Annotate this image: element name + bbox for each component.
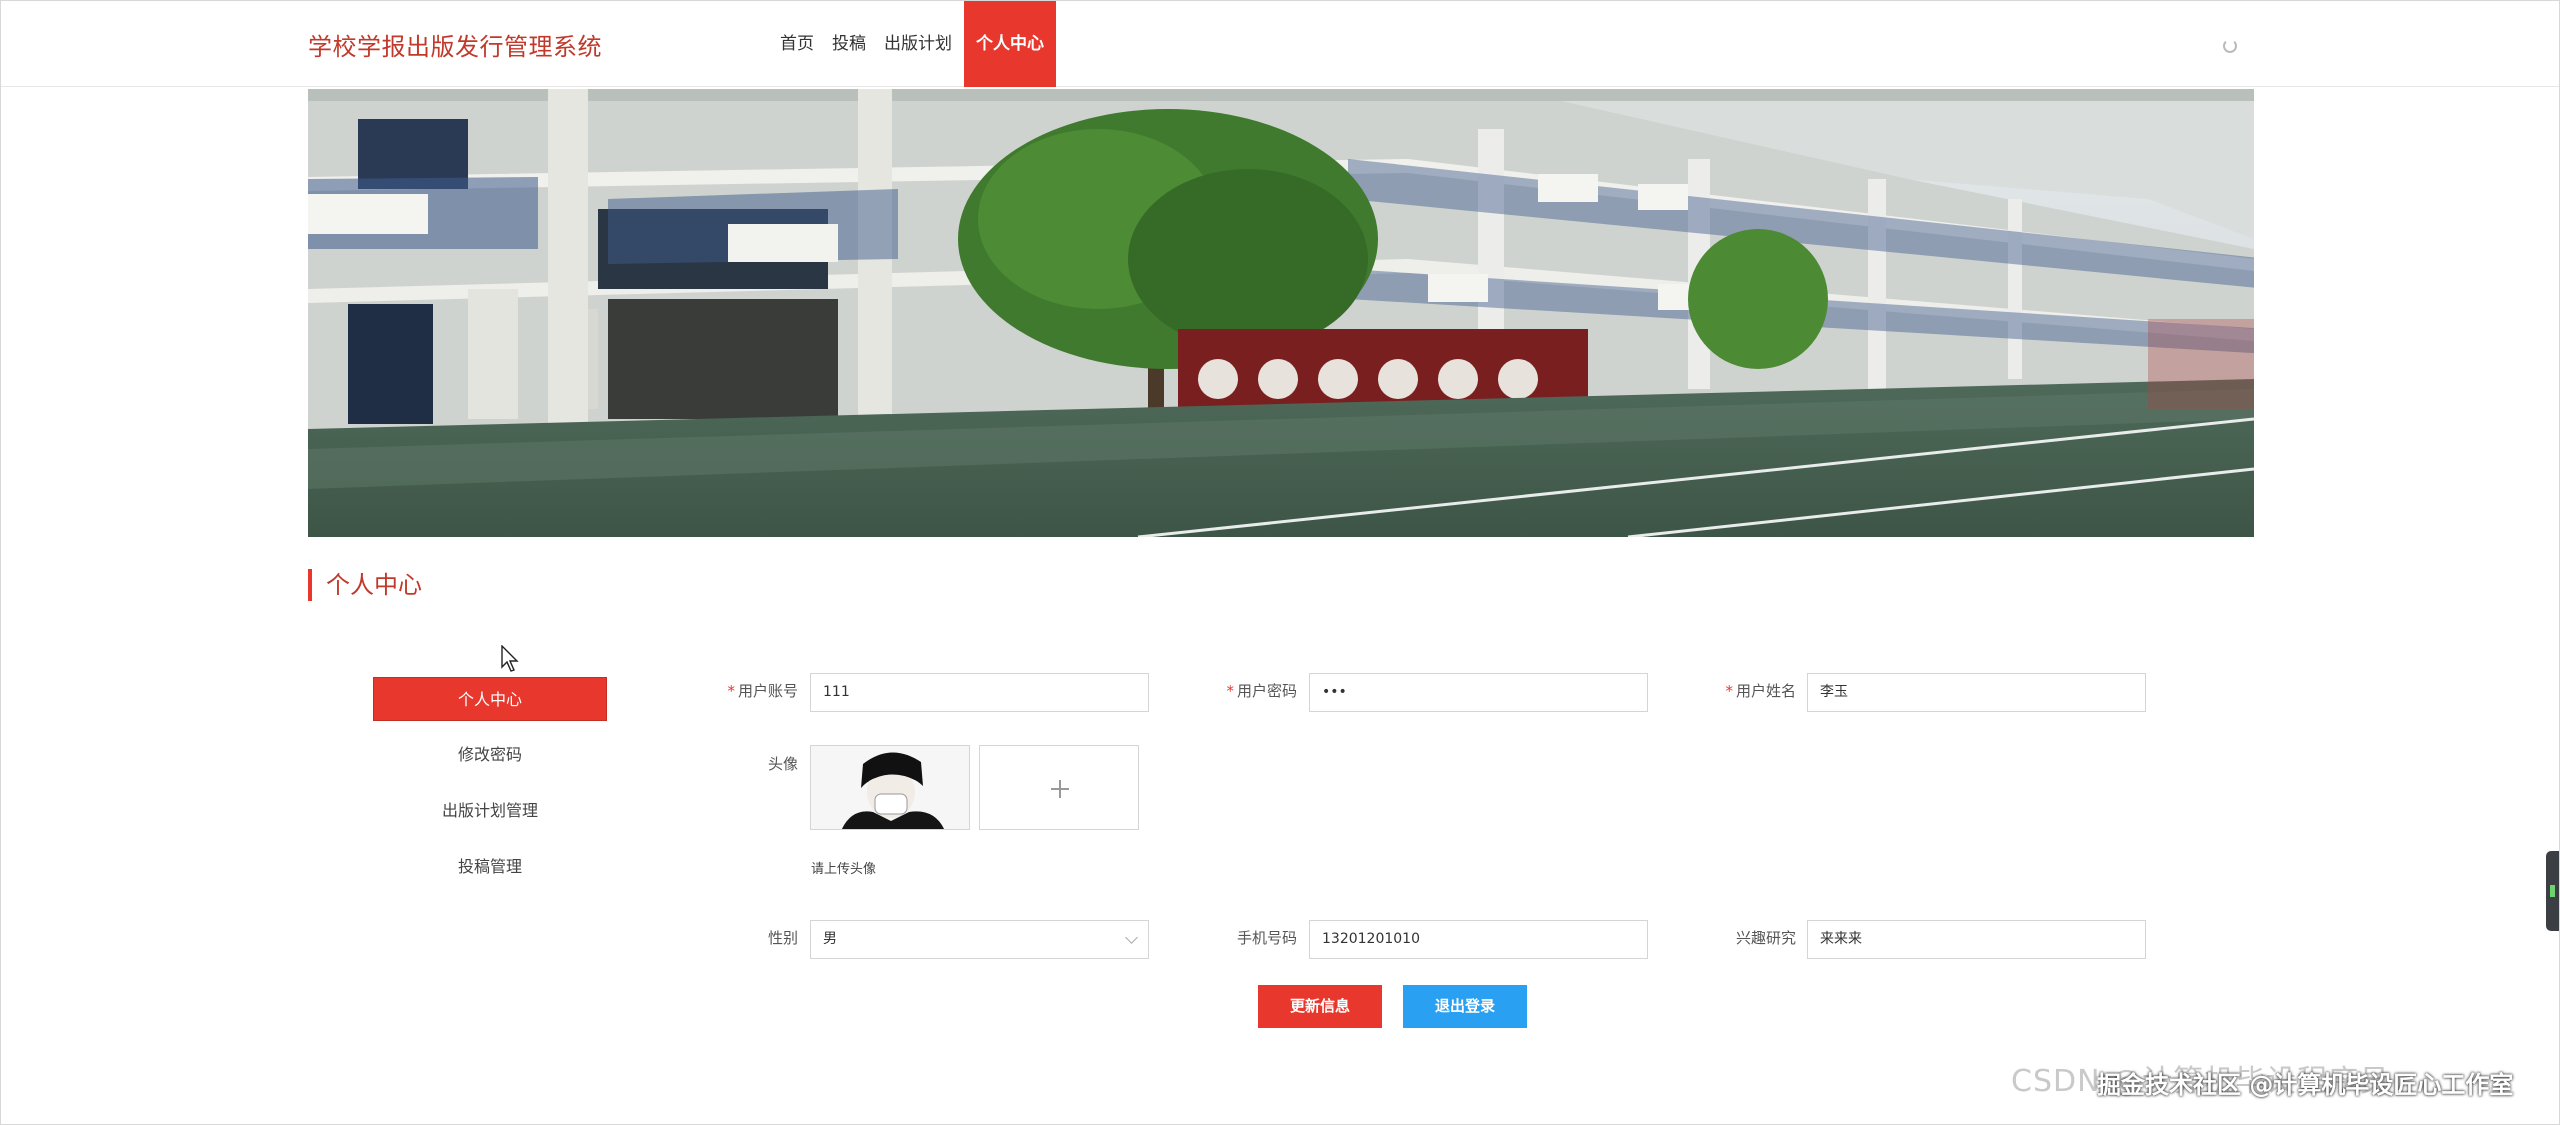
top-header: 学校学报出版发行管理系统 首页 投稿 出版计划 个人中心 [1, 1, 2559, 87]
site-title[interactable]: 学校学报出版发行管理系统 [308, 27, 602, 62]
password-label: * 用户密码 [1226, 682, 1297, 700]
avatar-preview[interactable] [810, 745, 970, 830]
phone-field[interactable]: 13201201010 [1309, 920, 1648, 959]
realname-label: * 用户姓名 [1725, 682, 1796, 700]
password-field[interactable]: ••• [1309, 673, 1648, 712]
gender-select[interactable]: 男 [810, 920, 1149, 959]
logout-button[interactable]: 退出登录 [1403, 985, 1527, 1028]
side-item-publish-plan[interactable]: 出版计划管理 [373, 789, 607, 833]
watermark-front: 掘金技术社区 @计算机毕设匠心工作室 [2097, 1071, 2514, 1099]
avatar-image [811, 746, 969, 829]
section-title: 个人中心 [308, 569, 422, 601]
school-building-photo [308, 89, 2254, 537]
nav-submission[interactable]: 投稿 [823, 1, 875, 87]
nav-publish-plan[interactable]: 出版计划 [875, 1, 961, 87]
interest-field[interactable]: 来来来 [1807, 920, 2146, 959]
banner-image [308, 89, 2254, 537]
gender-value: 男 [823, 931, 837, 947]
username-label: * 用户账号 [727, 682, 798, 700]
phone-label: 手机号码 [1236, 929, 1297, 947]
avatar-label: 头像 [767, 755, 798, 773]
side-item-personal-center[interactable]: 个人中心 [373, 677, 607, 721]
side-float-handle[interactable] [2546, 851, 2559, 931]
side-menu: 个人中心 修改密码 出版计划管理 投稿管理 [373, 677, 607, 901]
avatar-upload-button[interactable] [979, 745, 1139, 830]
side-item-change-password[interactable]: 修改密码 [373, 733, 607, 777]
page: 学校学报出版发行管理系统 首页 投稿 出版计划 个人中心 个人中心 个人中心 修… [0, 0, 2560, 1125]
mouse-cursor-icon [501, 645, 519, 672]
nav-personal-center[interactable]: 个人中心 [964, 1, 1056, 87]
realname-field[interactable]: 李玉 [1807, 673, 2146, 712]
loading-icon [2223, 39, 2237, 53]
update-info-button[interactable]: 更新信息 [1258, 985, 1382, 1028]
chevron-down-icon [1125, 931, 1138, 944]
nav-home[interactable]: 首页 [771, 1, 823, 87]
interest-label: 兴趣研究 [1735, 929, 1796, 947]
avatar-upload-hint: 请上传头像 [811, 862, 877, 877]
username-field[interactable]: 111 [810, 673, 1149, 712]
gender-label: 性别 [767, 929, 798, 947]
side-item-submission[interactable]: 投稿管理 [373, 845, 607, 889]
main-nav: 首页 投稿 出版计划 个人中心 [771, 1, 1056, 87]
